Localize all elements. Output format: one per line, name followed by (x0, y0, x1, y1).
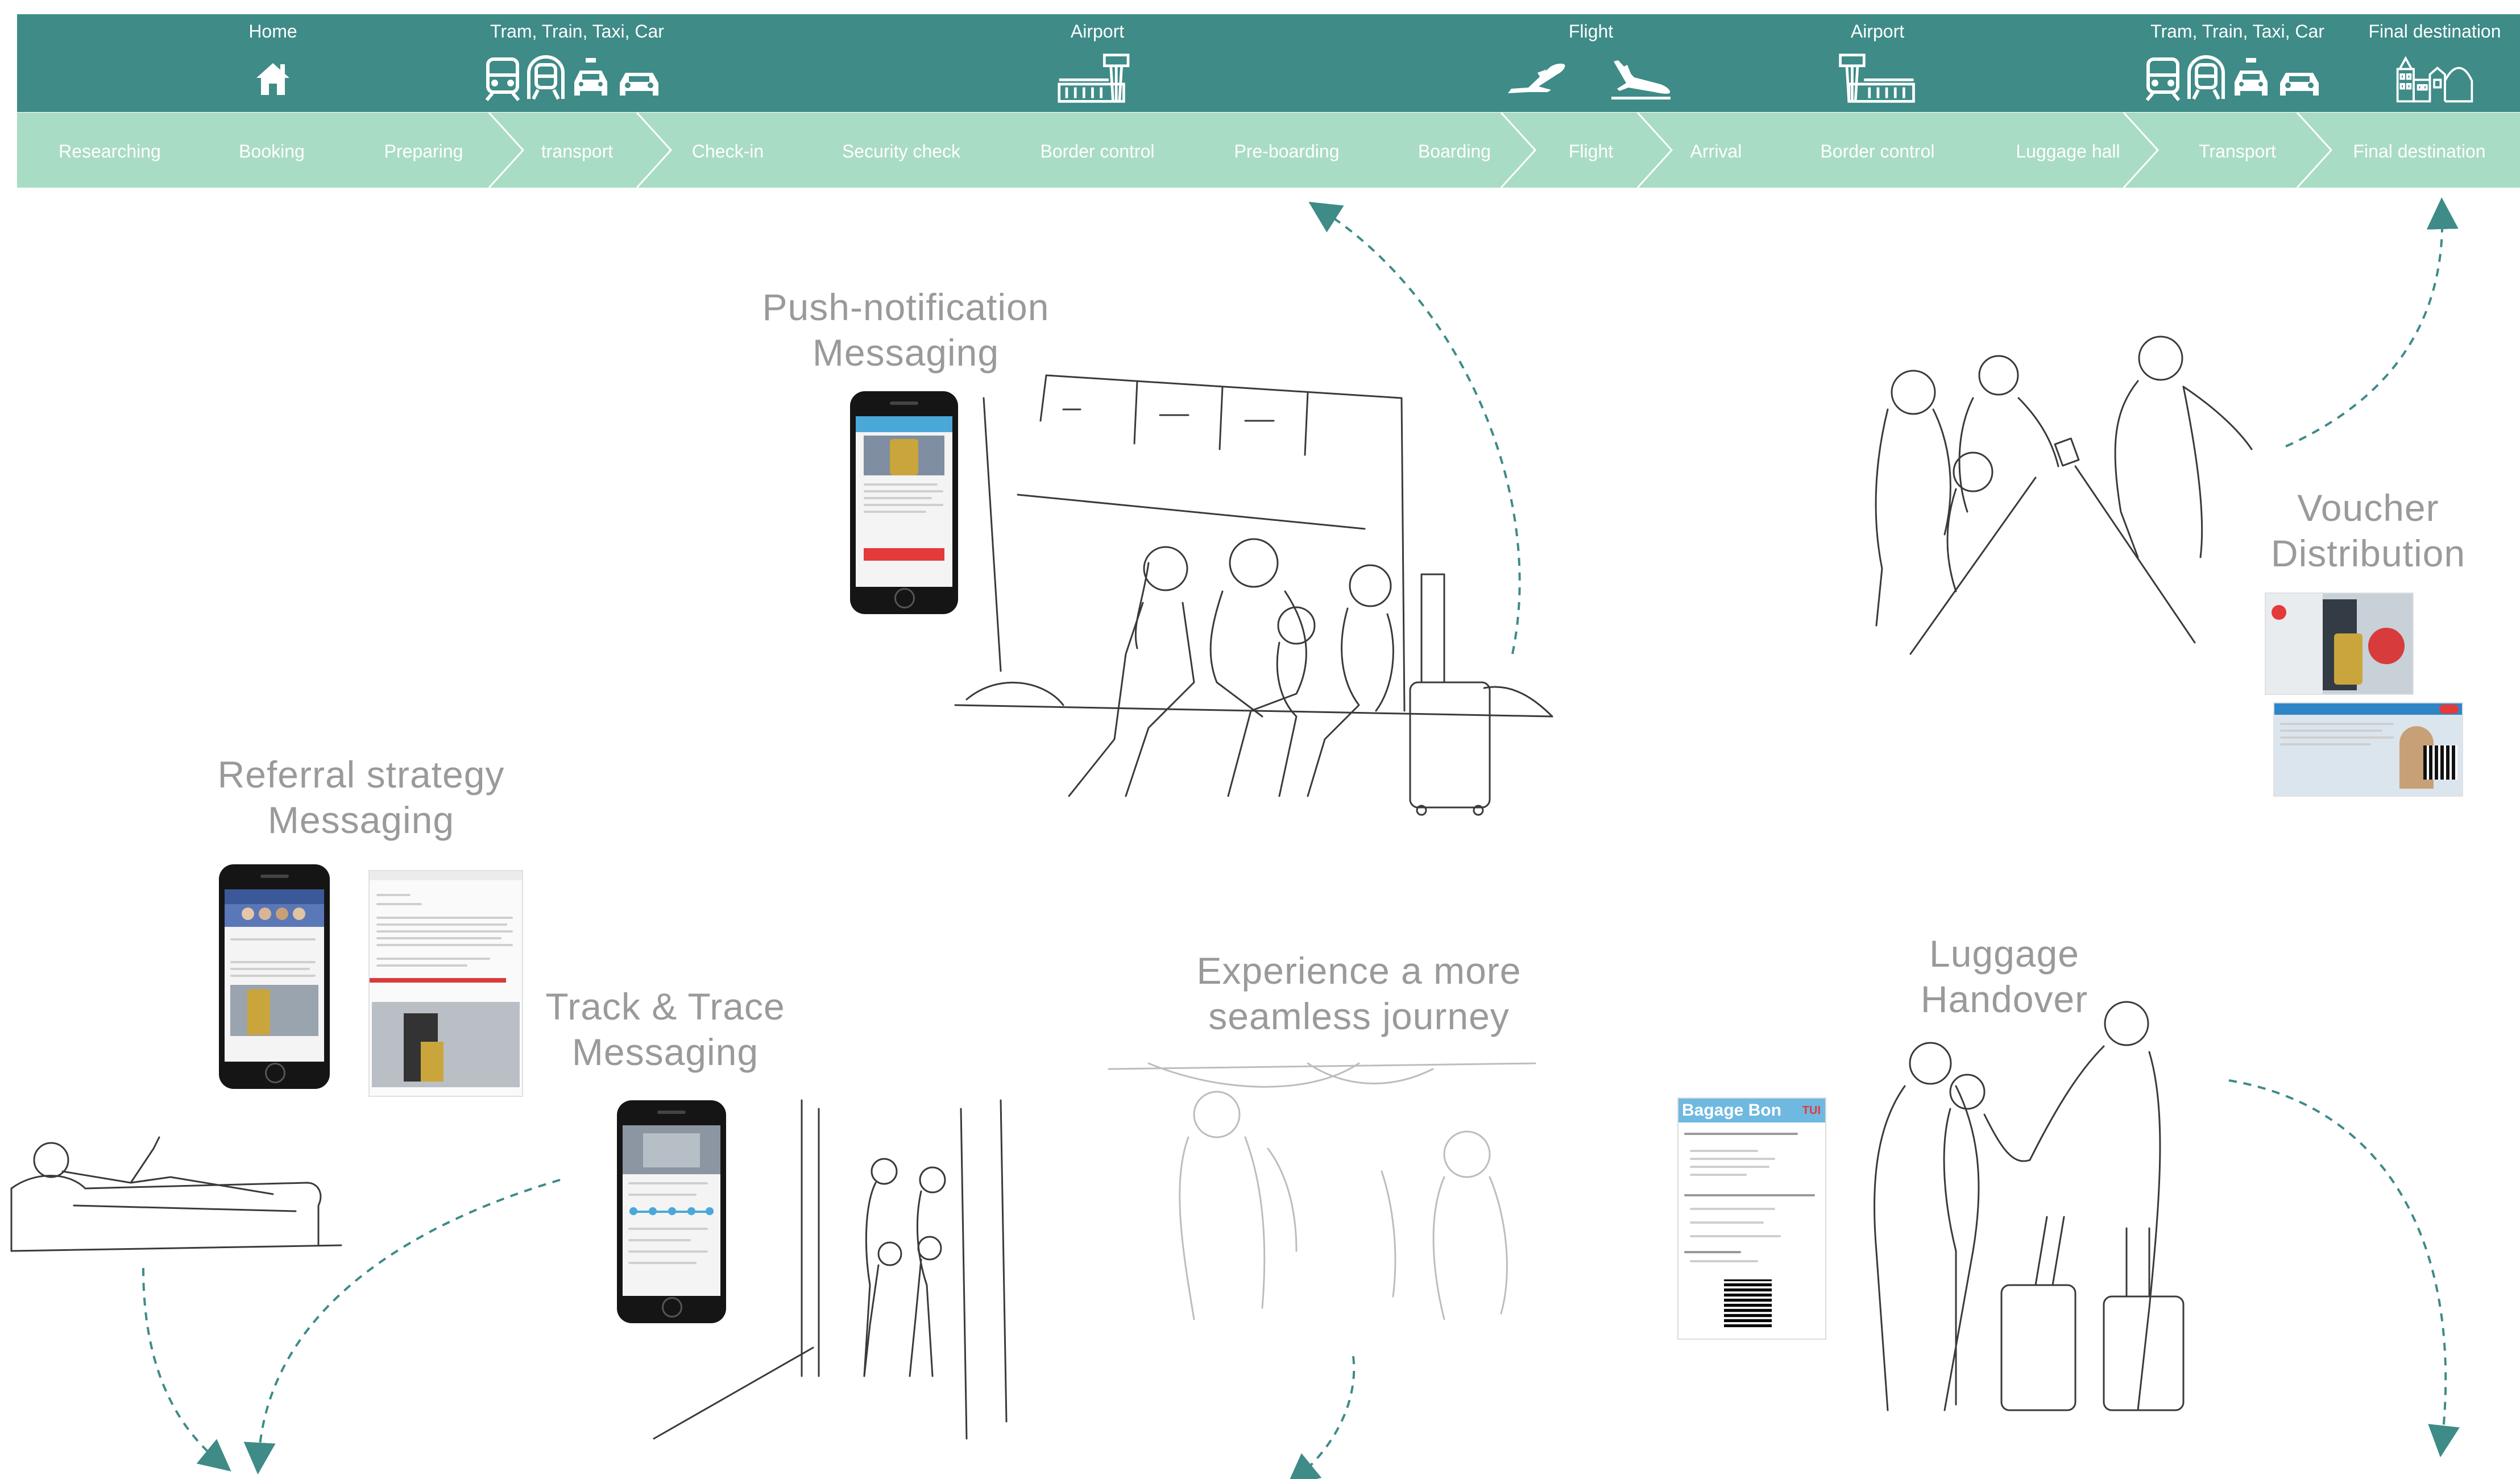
sketch-waiting-family (954, 374, 1553, 816)
illustrations (10, 335, 2253, 1440)
sketch-luggage-handover (1874, 1001, 2185, 1411)
customer-journey-diagram: Home Tram, Train, Taxi, Car Airport Flig… (0, 0, 2520, 1479)
sketch-person-on-sofa (10, 1136, 342, 1252)
sketch-voucher-handout (1875, 335, 2253, 655)
sketch-seamless-journey (1108, 1062, 1536, 1320)
sketch-train-exit (653, 1099, 1008, 1440)
